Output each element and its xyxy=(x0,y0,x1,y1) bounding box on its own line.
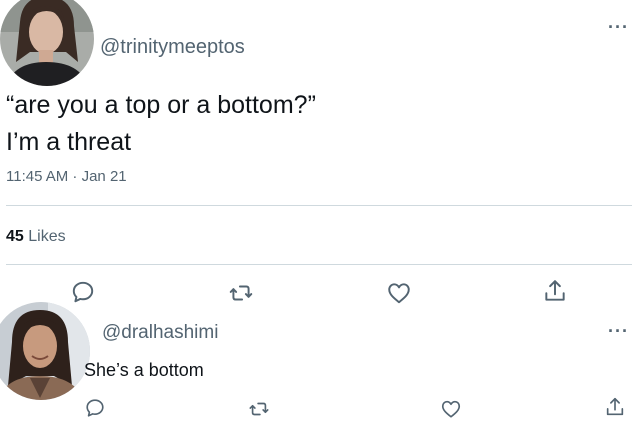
author-avatar[interactable] xyxy=(0,0,94,86)
author-handle[interactable]: @trinitymeeptos xyxy=(100,36,245,59)
likes-number: 45 xyxy=(6,228,24,245)
like-icon[interactable] xyxy=(440,398,462,420)
divider xyxy=(6,205,632,206)
share-icon[interactable] xyxy=(542,278,568,304)
reply-icon[interactable] xyxy=(70,279,96,305)
retweet-icon[interactable] xyxy=(248,398,270,420)
tweet-text-line1: “are you a top or a bottom?” xyxy=(6,91,316,119)
tweet-text-line2: I’m a threat xyxy=(6,128,132,156)
more-icon[interactable]: ··· xyxy=(608,322,629,340)
likes-label: Likes xyxy=(28,228,66,245)
reply-icon[interactable] xyxy=(84,397,106,419)
share-icon[interactable] xyxy=(604,396,626,418)
reply-handle[interactable]: @dralhashimi xyxy=(102,322,218,344)
more-icon[interactable]: ··· xyxy=(608,18,629,36)
likes-count[interactable]: 45 Likes xyxy=(6,228,66,246)
reply-avatar[interactable] xyxy=(0,302,90,400)
tweet-timestamp[interactable]: 11:45 AM · Jan 21 xyxy=(6,168,127,185)
retweet-icon[interactable] xyxy=(228,280,254,306)
divider xyxy=(6,264,632,265)
reply-text: She’s a bottom xyxy=(84,360,204,380)
like-icon[interactable] xyxy=(386,280,412,306)
